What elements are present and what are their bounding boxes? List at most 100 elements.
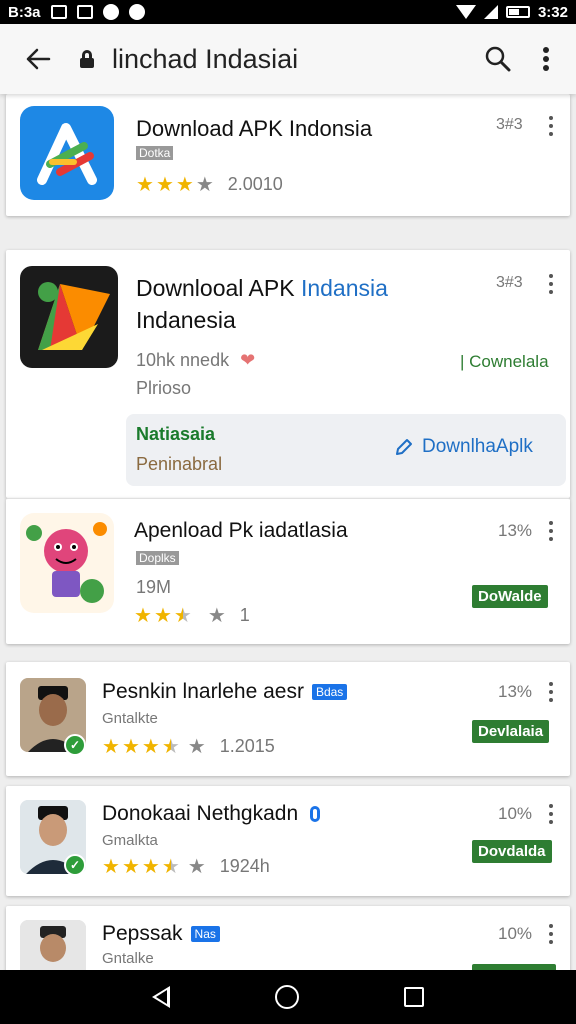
star-half-icon: ★ <box>161 856 180 878</box>
heart-icon: ❤ <box>240 350 256 370</box>
a-logo-icon <box>37 123 97 185</box>
star-empty-icon: ★ <box>187 856 206 878</box>
rating: ★ ★ ★ ★ 2.0010 <box>136 172 283 197</box>
featured-title-part3: Indanesia <box>136 307 236 333</box>
nav-back-icon[interactable] <box>152 986 171 1008</box>
download-link[interactable]: | Cownelala <box>460 352 549 372</box>
download-button[interactable]: Dovdalda <box>472 840 552 863</box>
featured-title-part1: Downlooal APK <box>136 275 301 301</box>
app-title: Download APK Indonsia <box>136 116 373 141</box>
app-card[interactable]: Download APK Indonsia Dotka ★ ★ ★ ★ 2.00… <box>6 94 570 216</box>
featured-app-card[interactable]: Downlooal APK Indansia Indanesia 10hk nn… <box>6 250 570 498</box>
app-card[interactable]: Apenload Pk iadatlasia Doplks 19M ★ ★ ★ … <box>6 498 570 644</box>
developer-avatar <box>20 920 86 970</box>
app-subtitle: Doplks <box>136 549 179 566</box>
download-button[interactable]: Devlalaia <box>472 720 550 743</box>
app-title: Pepssak Nas <box>102 922 220 946</box>
star-icon: ★ <box>175 174 194 196</box>
star-icon: ★ <box>121 736 140 758</box>
status-time-left: B:3a <box>8 3 41 21</box>
chat-notification-icon <box>102 4 119 20</box>
verified-shield-icon <box>309 806 320 823</box>
developer-name: Gntalke <box>102 950 154 967</box>
rating-value: 1.2015 <box>219 736 275 756</box>
verified-check-icon: ✓ <box>64 854 86 876</box>
featured-line1: 10hk nnedk ❤ <box>136 350 255 371</box>
promo-action-label: DownlhaAplk <box>422 436 533 457</box>
star-icon: ★ <box>155 174 174 196</box>
star-icon: ★ <box>121 856 140 878</box>
image-notification-icon <box>76 5 93 19</box>
card-menu-button[interactable] <box>548 116 554 136</box>
toolbar-title: linchad Indasiai <box>112 43 299 74</box>
more-options-button[interactable] <box>522 35 570 83</box>
download-percent: 10% <box>498 804 533 823</box>
star-icon: ★ <box>141 736 160 758</box>
app-card[interactable]: ✓ Donokaai Nethgkadn Gmalkta ★ ★ ★ ★ ★ 1… <box>6 786 570 896</box>
status-bar: B:3a 3:32 <box>0 0 576 24</box>
location-notification-icon <box>128 4 145 20</box>
star-icon: ★ <box>136 174 154 196</box>
card-menu-button[interactable] <box>548 521 554 541</box>
star-icon: ★ <box>153 605 172 627</box>
app-title: Donokaai Nethgkadn <box>102 802 320 826</box>
app-icon-a <box>20 106 114 200</box>
rating: ★ ★ ★ ★ ★ 1.2015 <box>102 734 275 759</box>
app-meta: 3#3 <box>496 116 523 133</box>
card-menu-button[interactable] <box>548 274 554 294</box>
star-half-icon: ★ <box>161 736 180 758</box>
card-menu-button[interactable] <box>548 924 554 944</box>
rating-value: 2.0010 <box>227 174 283 194</box>
back-button[interactable] <box>14 35 62 83</box>
star-empty-icon: ★ <box>195 174 214 196</box>
download-percent: 10% <box>498 924 533 943</box>
rating: ★ ★ ★ ★ ★ 1924h <box>102 854 270 879</box>
cartoon-character-icon <box>26 522 107 603</box>
rating: ★ ★ ★ ★ 1 <box>134 603 250 628</box>
star-icon: ★ <box>102 856 120 878</box>
rating-value: 1 <box>239 605 250 625</box>
card-menu-button[interactable] <box>548 804 554 824</box>
app-icon-cartoon <box>20 513 114 613</box>
nav-home-icon[interactable] <box>274 985 299 1009</box>
more-vert-icon <box>543 47 549 71</box>
lock-icon <box>80 50 94 68</box>
developer-name: Gntalkte <box>102 710 158 727</box>
app-subtitle: Dotka <box>136 144 174 161</box>
promo-label: Natiasaia <box>136 424 216 444</box>
promo-download-button[interactable]: DownlhaAplk <box>394 436 533 458</box>
card-menu-button[interactable] <box>548 682 554 702</box>
battery-icon <box>505 6 530 18</box>
star-icon: ★ <box>141 856 160 878</box>
back-arrow-icon <box>26 48 51 70</box>
app-card[interactable]: ✓ Pesnkin lnarlehe aesr Bdas Gntalkte ★ ★… <box>6 662 570 776</box>
promo-sub: Peninabral <box>136 454 223 474</box>
download-button[interactable]: DoWalde <box>472 585 548 608</box>
nav-recents-icon[interactable] <box>403 987 424 1007</box>
signal-icon <box>483 5 498 19</box>
rating-value: 1924h <box>219 856 270 876</box>
download-percent: 13% <box>498 521 533 540</box>
app-title: Apenload Pk iadatlasia <box>134 519 348 542</box>
app-toolbar: linchad Indasiai <box>0 24 576 94</box>
developer-tag: Dotka <box>136 146 174 160</box>
star-icon: ★ <box>134 605 152 627</box>
star-half-icon: ★ <box>173 605 192 627</box>
search-button[interactable] <box>474 35 522 83</box>
app-card[interactable]: Pepssak Nas Gntalke 10% <box>6 906 570 970</box>
app-title-text: Pepssak <box>102 922 183 945</box>
app-title: Pesnkin lnarlehe aesr Bdas <box>102 680 348 704</box>
app-badge: Bdas <box>311 684 348 701</box>
verified-check-icon: ✓ <box>64 734 86 756</box>
pencil-icon <box>396 439 412 455</box>
featured-app-title: Downlooal APK Indansia Indanesia <box>136 272 388 336</box>
featured-meta: 3#3 <box>496 274 523 291</box>
status-time-right: 3:32 <box>537 3 568 21</box>
developer-name: Gmalkta <box>102 832 158 849</box>
app-badge: Nas <box>190 926 220 943</box>
star-empty-icon: ★ <box>207 605 226 627</box>
wifi-icon <box>455 5 476 19</box>
download-percent: 13% <box>498 682 533 701</box>
app-list: Download APK Indonsia Dotka ★ ★ ★ ★ 2.00… <box>0 94 576 970</box>
promo-banner[interactable]: Natiasaia Peninabral DownlhaAplk <box>126 414 566 486</box>
